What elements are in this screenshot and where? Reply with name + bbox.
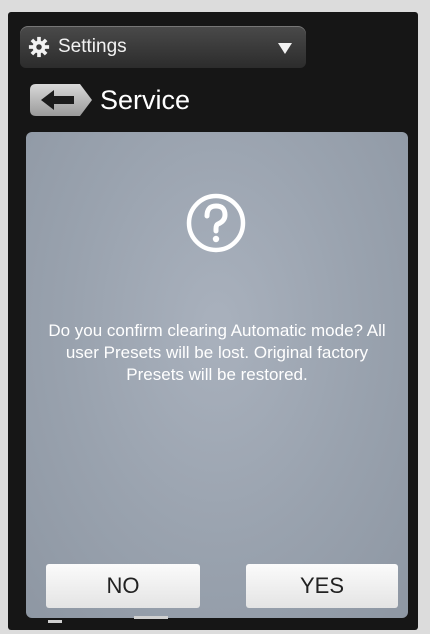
dialog-message: Do you confirm clearing Automatic mode? … — [48, 321, 386, 384]
device-photo: Settings Service Do you confirm clearing… — [0, 0, 430, 634]
page-title: Service — [100, 85, 191, 115]
question-icon — [186, 193, 246, 253]
settings-dropdown[interactable]: Settings — [20, 26, 306, 68]
settings-menu-label: Settings — [58, 36, 127, 57]
gear-icon — [28, 36, 50, 58]
back-arrow-icon[interactable] — [28, 82, 94, 118]
no-button[interactable]: NO — [46, 564, 200, 608]
bottom-indicator — [48, 620, 62, 623]
caret-down-icon — [278, 43, 292, 54]
yes-button[interactable]: YES — [246, 564, 398, 608]
bottom-indicator — [134, 616, 168, 619]
confirm-dialog: Do you confirm clearing Automatic mode? … — [26, 132, 408, 618]
device-screen: Settings Service Do you confirm clearing… — [8, 12, 418, 630]
